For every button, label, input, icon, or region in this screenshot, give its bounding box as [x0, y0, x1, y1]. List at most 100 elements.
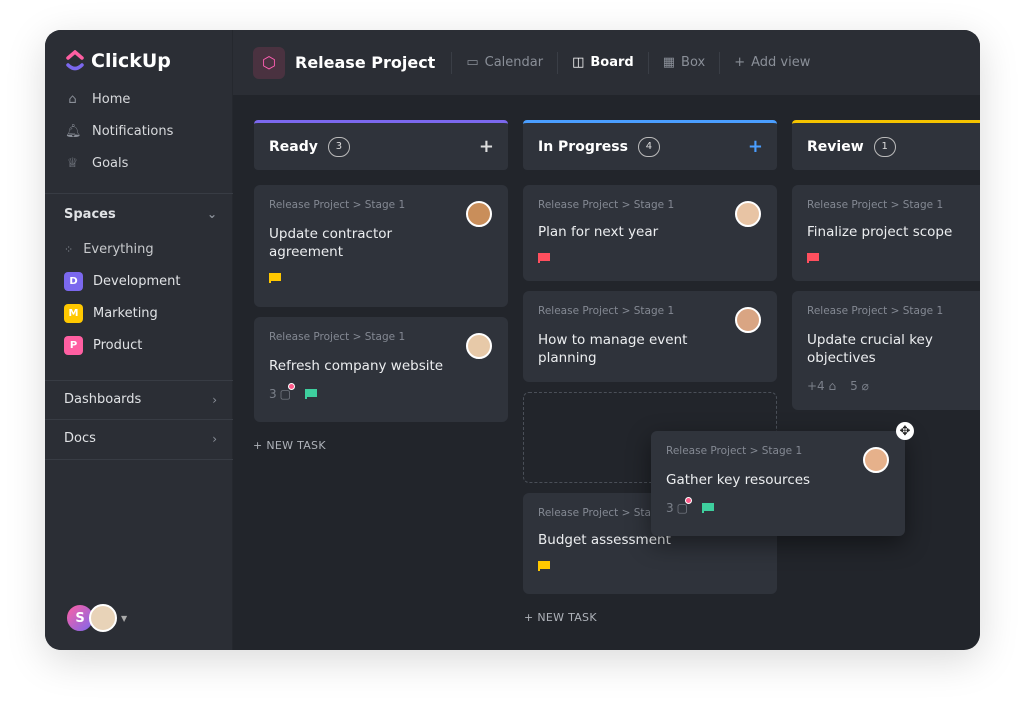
flag-icon[interactable] [538, 253, 550, 263]
cube-icon: ⬡ [253, 46, 285, 79]
add-task-plus-icon[interactable]: + [479, 136, 494, 157]
tags[interactable]: +4 ⌂ [807, 379, 836, 393]
task-title: Update crucial key objectives [807, 332, 933, 366]
grid-icon: ⁘ [64, 243, 74, 256]
dashboards-label: Dashboards [64, 392, 142, 407]
caret-down-icon: ▼ [121, 613, 128, 623]
add-view-label: Add view [751, 55, 811, 70]
project-title: Release Project [295, 53, 436, 72]
paperclip-icon: ⌀ [861, 379, 869, 393]
avatar [735, 201, 761, 227]
breadcrumb: Release Project > Stage 1 [538, 305, 675, 317]
box-icon: ▦ [662, 55, 676, 70]
comments-count[interactable]: 3 ▢ [269, 383, 295, 401]
task-card[interactable]: Release Project > Stage 1 How to manage … [523, 291, 777, 382]
spaces-header[interactable]: Spaces ⌄ [64, 207, 233, 222]
task-title: Plan for next year [538, 224, 659, 240]
breadcrumb: Release Project > Stage 1 [807, 199, 944, 211]
breadcrumb: Release Project > Stage 1 [807, 305, 944, 317]
divider [557, 51, 559, 74]
task-card[interactable]: Release Project > Stage 1 Update crucial… [792, 291, 980, 410]
space-label: Development [93, 274, 181, 289]
task-title: Finalize project scope [807, 224, 953, 240]
chevron-down-icon: ⌄ [206, 207, 217, 221]
header: ⬡ Release Project ▭ Calendar ◫ Board ▦ Box … [233, 30, 980, 95]
space-development[interactable]: D Development [64, 272, 233, 291]
calendar-icon: ▭ [466, 55, 479, 70]
sidebar-item-docs[interactable]: Docs › [45, 419, 233, 460]
avatar [735, 307, 761, 333]
tab-calendar[interactable]: ▭ Calendar [462, 55, 547, 70]
spaces-label: Spaces [64, 207, 116, 222]
flag-icon[interactable] [269, 273, 281, 283]
sidebar-item-notifications[interactable]: 🔔︎ Notifications [65, 124, 173, 139]
column-count: 4 [637, 136, 660, 157]
new-task-button[interactable]: + NEW TASK [524, 611, 597, 624]
sidebar-item-dashboards[interactable]: Dashboards › [45, 380, 233, 420]
space-product[interactable]: P Product [64, 336, 233, 355]
task-title: Gather key resources [666, 472, 811, 488]
tags-count: +4 [807, 379, 825, 393]
sidebar-item-everything[interactable]: ⁘ Everything [64, 242, 233, 257]
flag-icon[interactable] [538, 561, 550, 571]
task-card[interactable]: Release Project > Stage 1 Refresh compan… [254, 317, 508, 422]
column-title: In Progress [538, 138, 628, 155]
tab-box[interactable]: ▦ Box [659, 55, 709, 70]
divider [719, 51, 721, 74]
breadcrumb: Release Project > Stage 1 [666, 445, 803, 457]
chevron-right-icon: › [212, 393, 217, 407]
task-title: Refresh company website [269, 358, 444, 374]
column-count: 3 [327, 136, 350, 157]
flag-icon[interactable] [304, 389, 317, 399]
task-card[interactable]: Release Project > Stage 1 Plan for next … [523, 185, 777, 281]
task-card[interactable]: Release Project > Stage 1 Update contrac… [254, 185, 508, 307]
avatar [89, 604, 117, 632]
sidebar: ClickUp ⌂ Home 🔔︎ Notifications ♕ Goals Spa… [45, 30, 233, 650]
column-title: Review [807, 138, 864, 155]
clickup-logo-icon [66, 50, 84, 71]
dragging-task-card[interactable]: Release Project > Stage 1 Gather key res… [651, 431, 905, 536]
attachments[interactable]: 5 ⌀ [850, 379, 869, 393]
avatar [863, 447, 889, 473]
tab-label: Box [681, 55, 706, 70]
comments-count[interactable]: 3 ▢ [666, 497, 692, 515]
add-view-button[interactable]: + Add view [730, 55, 814, 70]
avatar [466, 333, 492, 359]
comment-count-text: 3 [269, 387, 277, 401]
app-name: ClickUp [91, 50, 171, 72]
board-icon: ◫ [572, 55, 585, 70]
tag-icon: ⌂ [828, 379, 837, 393]
space-badge: D [64, 272, 83, 291]
divider [451, 51, 453, 74]
new-task-button[interactable]: + NEW TASK [253, 439, 326, 452]
clickup-logo[interactable]: ClickUp [65, 50, 171, 72]
column-header-review: Review 1 [792, 120, 980, 170]
plus-icon: + [734, 55, 746, 70]
flag-icon[interactable] [701, 503, 714, 513]
column-title: Ready [269, 138, 318, 155]
divider [647, 51, 649, 74]
avatar [466, 201, 492, 227]
sidebar-item-home[interactable]: ⌂ Home [65, 92, 130, 107]
spaces-section: Spaces ⌄ ⁘ Everything D Development M Market… [45, 193, 233, 381]
space-label: Product [93, 338, 143, 353]
space-label: Marketing [93, 306, 158, 321]
space-marketing[interactable]: M Marketing [64, 304, 233, 323]
move-cursor-icon[interactable]: ✥ [896, 422, 914, 440]
tab-label: Board [590, 55, 634, 70]
task-title: Update contractor agreement [269, 226, 393, 260]
task-card[interactable]: Release Project > Stage 1 Finalize proje… [792, 185, 980, 281]
comment-icon: ▢ [280, 383, 295, 401]
home-icon: ⌂ [68, 92, 77, 107]
docs-label: Docs [64, 431, 96, 446]
user-menu[interactable]: S ▼ [65, 603, 127, 633]
nav-label: Notifications [92, 124, 174, 139]
space-badge: P [64, 336, 83, 355]
tab-board[interactable]: ◫ Board [568, 55, 638, 70]
everything-label: Everything [83, 242, 154, 257]
breadcrumb: Release Project > Stage 1 [269, 199, 406, 211]
flag-icon[interactable] [807, 253, 819, 263]
sidebar-item-goals[interactable]: ♕ Goals [65, 156, 129, 171]
add-task-plus-icon[interactable]: + [748, 136, 763, 157]
nav-label: Home [92, 92, 131, 107]
